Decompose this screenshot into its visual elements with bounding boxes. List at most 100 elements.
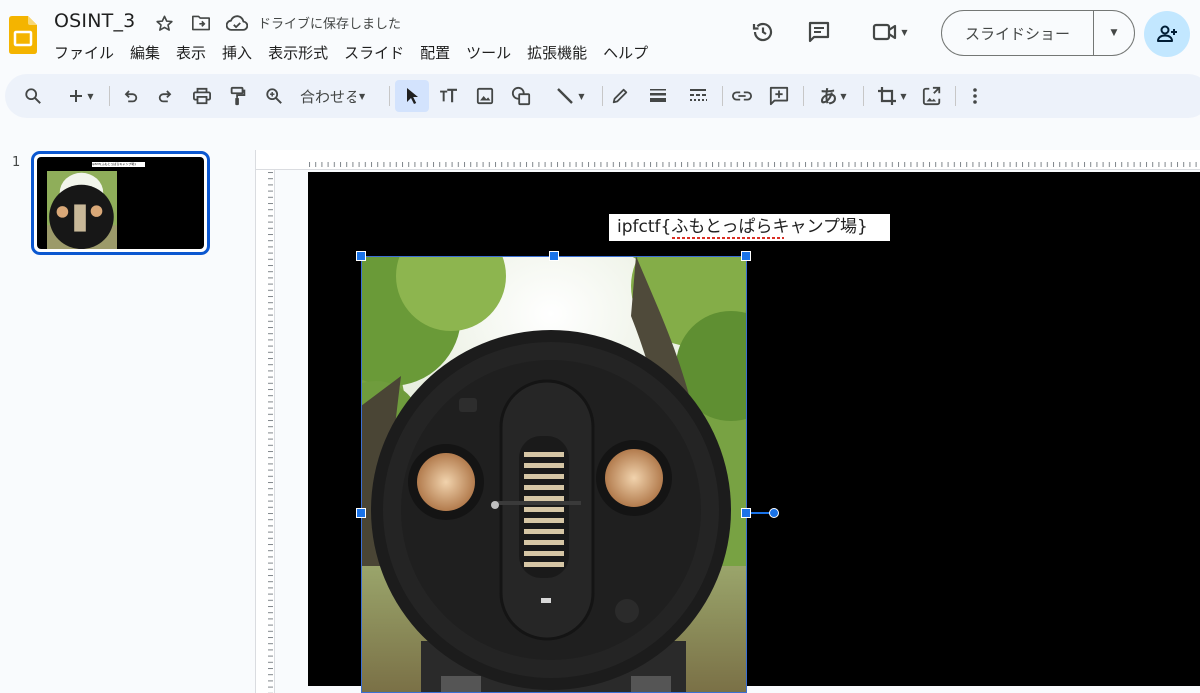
replace-image-button[interactable] [918,80,946,112]
search-icon [25,88,41,104]
add-comment-icon [769,86,789,106]
resize-handle-right[interactable] [741,508,751,518]
more-vert-icon [973,88,977,104]
select-tool-button[interactable] [395,80,429,112]
menu-edit[interactable]: 編集 [122,40,168,65]
rotate-handle[interactable] [769,508,779,518]
menu-view[interactable]: 表示 [168,40,214,65]
slides-logo-icon[interactable] [9,16,37,54]
chevron-down-icon: ▼ [359,91,366,101]
border-dash-button[interactable] [684,80,712,112]
toolbar-divider [389,86,390,106]
image-icon [476,87,494,105]
paint-format-button[interactable] [224,80,252,112]
slideshow-button[interactable]: スライドショー [942,11,1094,55]
add-person-icon [1157,25,1177,42]
document-title[interactable]: OSINT_3 [54,10,135,32]
rotate-handle-stem [751,512,771,514]
share-button[interactable] [1144,11,1190,57]
meet-icon [873,23,897,41]
menu-bar: ファイル 編集 表示 挿入 表示形式 スライド 配置 ツール 拡張機能 ヘルプ [46,40,656,65]
cloud-saved-icon[interactable] [226,12,248,34]
resize-handle-top-right[interactable] [741,251,751,261]
chevron-down-icon: ▼ [1110,28,1118,38]
chevron-down-icon: ▼ [87,91,94,101]
zoom-select[interactable]: 合わせる ▼ [297,80,377,112]
menu-insert[interactable]: 挿入 [214,40,260,65]
resize-handle-top[interactable] [549,251,559,261]
menu-extensions[interactable]: 拡張機能 [519,40,595,65]
border-weight-button[interactable] [644,80,672,112]
toolbar-divider [109,86,110,106]
insert-link-button[interactable] [728,80,756,112]
spellcheck-underline [672,237,784,239]
zoom-button[interactable] [260,80,288,112]
pen-icon [612,88,628,104]
border-weight-icon [650,89,666,102]
chevron-down-icon: ▼ [840,91,847,101]
comment-icon [808,21,830,43]
text-box-button[interactable] [434,80,464,112]
chevron-down-icon: ▼ [900,91,907,101]
undo-button[interactable] [116,80,144,112]
new-slide-button[interactable]: ▼ [59,80,103,112]
insert-line-button[interactable]: ▼ [545,80,595,112]
toolbar-divider [722,86,723,106]
print-button[interactable] [188,80,216,112]
menu-slide[interactable]: スライド [336,40,412,65]
toolbar-divider [863,86,864,106]
vertical-ruler[interactable] [255,170,276,693]
chevron-down-icon: ▼ [578,91,585,101]
input-tools-button[interactable]: あ ▼ [809,80,857,112]
comments-button[interactable] [801,14,837,50]
more-options-button[interactable] [963,80,987,112]
thumbnail-image [47,171,117,249]
input-tools-label: あ [819,87,838,108]
slide-photo[interactable] [361,256,747,693]
border-dash-icon [690,89,707,101]
redo-icon [158,90,172,103]
move-to-folder-icon[interactable] [190,12,212,34]
insert-image-button[interactable] [471,80,499,112]
toolbar-divider [955,86,956,106]
slideshow-button-group: スライドショー ▼ [941,10,1135,56]
slide-thumbnail[interactable]: ipfctf{ふもとっぱらキャンプ場} [31,151,210,255]
menu-help[interactable]: ヘルプ [595,40,656,65]
undo-icon [124,90,138,103]
crop-image-button[interactable]: ▼ [868,80,916,112]
resize-handle-left[interactable] [356,508,366,518]
star-icon[interactable] [153,12,175,34]
history-icon [752,22,773,42]
cursor-arrow-icon [407,88,418,104]
history-button[interactable] [745,14,781,50]
zoom-value: 合わせる [300,87,356,106]
resize-handle-top-left[interactable] [356,251,366,261]
text-box-icon [440,88,457,103]
insert-shape-button[interactable] [507,80,535,112]
menu-tools[interactable]: ツール [458,40,519,65]
shapes-icon [511,86,531,106]
menu-file[interactable]: ファイル [46,40,122,65]
pen-button[interactable] [606,80,634,112]
toolbar: ▼ 合わせる ▼ ▼ あ ▼ ▼ [5,74,1200,118]
slide-number: 1 [12,155,21,170]
line-icon [557,88,574,104]
paint-roller-icon [230,86,246,106]
replace-image-icon [922,86,941,106]
slideshow-options-button[interactable]: ▼ [1094,11,1134,55]
plus-icon [70,90,83,102]
search-menus-button[interactable] [19,80,47,112]
print-icon [193,87,211,105]
horizontal-ruler[interactable] [255,150,1200,170]
redo-button[interactable] [152,80,180,112]
link-icon [732,91,752,101]
add-comment-button[interactable] [765,80,793,112]
slide-thumbnail-preview: ipfctf{ふもとっぱらキャンプ場} [37,157,204,249]
chevron-down-icon: ▼ [901,27,908,37]
menu-format[interactable]: 表示形式 [260,40,336,65]
toolbar-divider [803,86,804,106]
meet-button[interactable]: ▼ [862,14,918,50]
menu-arrange[interactable]: 配置 [412,40,458,65]
toolbar-divider [602,86,603,106]
zoom-in-icon [266,88,282,104]
